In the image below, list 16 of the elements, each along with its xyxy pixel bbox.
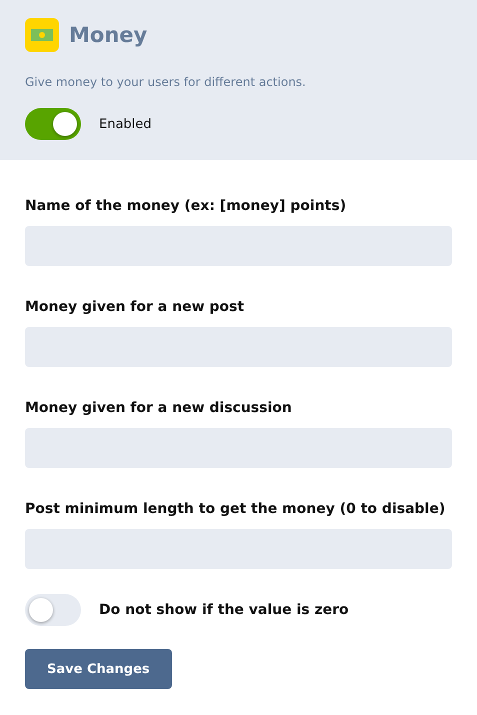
- input-field[interactable]: [25, 226, 452, 266]
- input-field[interactable]: [25, 428, 452, 468]
- field-label: Name of the money (ex: [money] points): [25, 197, 348, 215]
- input-field[interactable]: [25, 327, 452, 367]
- save-button[interactable]: Save Changes: [25, 649, 172, 689]
- description: Give money to your users for different actions.: [25, 74, 307, 90]
- field-label: Money given for a new post: [25, 298, 246, 316]
- switch-label: Enabled: [99, 116, 152, 132]
- page-title: Money: [69, 23, 148, 47]
- money-icon: [25, 18, 59, 52]
- toggle-switch[interactable]: [25, 594, 81, 626]
- field-label: Post minimum length to get the money (0 to disable): [25, 500, 446, 518]
- enabled-switch[interactable]: [25, 108, 81, 140]
- input-field[interactable]: [25, 529, 452, 569]
- field-label: Money given for a new discussion: [25, 399, 293, 417]
- switch-label: Do not show if the value is zero: [99, 602, 349, 618]
